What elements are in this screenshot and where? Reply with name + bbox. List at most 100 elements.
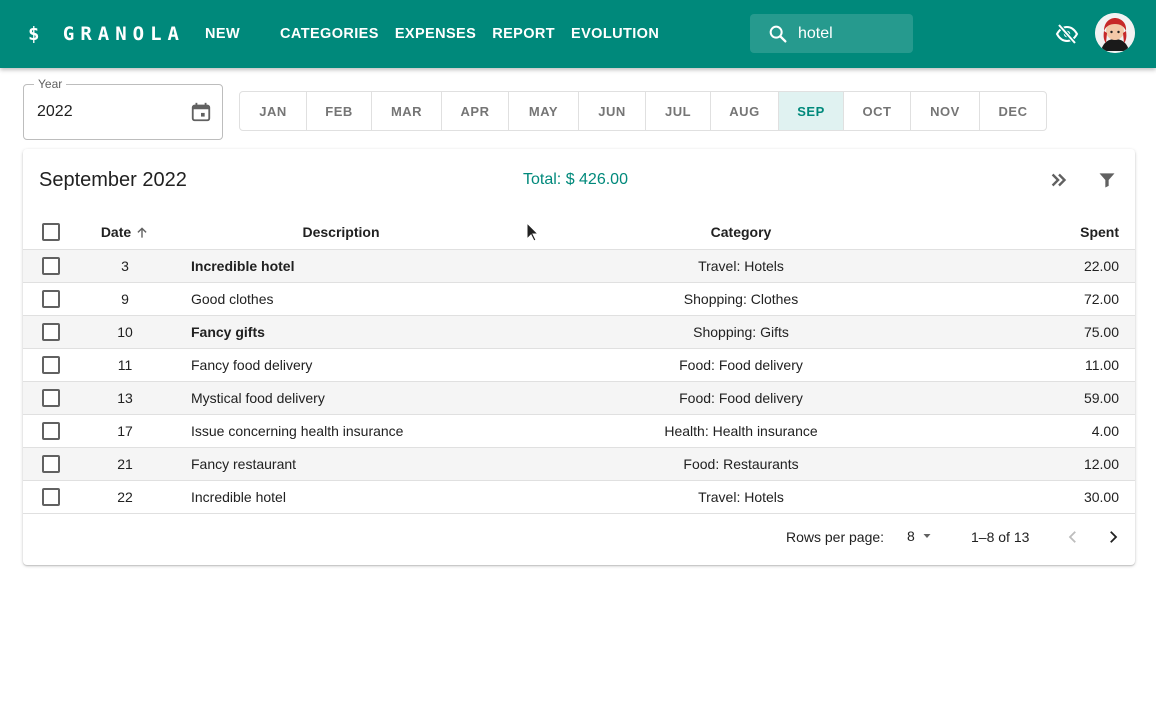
header-category[interactable]: Category: [511, 215, 971, 250]
row-checkbox[interactable]: [42, 256, 60, 275]
nav-expenses[interactable]: EXPENSES: [387, 18, 484, 50]
row-checkbox-cell: [23, 480, 79, 514]
avatar-image: [1095, 13, 1135, 53]
row-checkbox-cell: [23, 348, 79, 382]
row-category: Shopping: Gifts: [511, 315, 971, 349]
rows-per-page-select[interactable]: 8: [907, 528, 933, 544]
row-spent: 22.00: [971, 249, 1135, 283]
table-row[interactable]: 3 Incredible hotel Travel: Hotels 22.00: [23, 249, 1135, 283]
row-checkbox[interactable]: [42, 289, 60, 308]
pagination: Rows per page: 8 1–8 of 13: [23, 519, 1135, 555]
row-spent: 59.00: [971, 381, 1135, 415]
nav-categories[interactable]: CATEGORIES: [272, 18, 387, 50]
row-spent: 72.00: [971, 282, 1135, 316]
month-aug[interactable]: AUG: [711, 92, 779, 130]
table-row[interactable]: 9 Good clothes Shopping: Clothes 72.00: [23, 282, 1135, 316]
month-apr[interactable]: APR: [442, 92, 509, 130]
month-sep[interactable]: SEP: [779, 92, 844, 130]
row-spent: 12.00: [971, 447, 1135, 481]
month-jan[interactable]: JAN: [240, 92, 307, 130]
month-jun[interactable]: JUN: [579, 92, 646, 130]
nav-evolution[interactable]: EVOLUTION: [563, 18, 667, 50]
double-chevron-right-icon: [1051, 173, 1067, 187]
table-row[interactable]: 17 Issue concerning health insurance Hea…: [23, 414, 1135, 448]
nav-new[interactable]: NEW: [197, 18, 248, 50]
table-row[interactable]: 10 Fancy gifts Shopping: Gifts 75.00: [23, 315, 1135, 349]
expenses-table: Date Description Category Spent 3 Incred…: [23, 215, 1135, 514]
header-spent[interactable]: Spent: [971, 215, 1135, 250]
month-dec[interactable]: DEC: [980, 92, 1046, 130]
table-row[interactable]: 13 Mystical food delivery Food: Food del…: [23, 381, 1135, 415]
row-checkbox[interactable]: [42, 355, 60, 374]
total-amount: Total: $ 426.00: [523, 171, 628, 188]
row-date: 22: [79, 480, 171, 514]
row-checkbox[interactable]: [42, 388, 60, 407]
rows-per-page-label: Rows per page:: [786, 529, 885, 545]
select-all-checkbox[interactable]: [42, 222, 60, 241]
month-oct[interactable]: OCT: [844, 92, 911, 130]
row-checkbox-cell: [23, 381, 79, 415]
row-date: 3: [79, 249, 171, 283]
table-row[interactable]: 22 Incredible hotel Travel: Hotels 30.00: [23, 480, 1135, 514]
table-header-row: Date Description Category Spent: [23, 215, 1135, 250]
year-label: Year: [34, 77, 67, 91]
visibility-off-icon: [1055, 23, 1079, 45]
row-date: 10: [79, 315, 171, 349]
row-description: Issue concerning health insurance: [171, 414, 511, 448]
expand-button[interactable]: [1045, 166, 1073, 194]
expenses-card: September 2022 Total: $ 426.00 Date Desc…: [23, 149, 1135, 565]
row-checkbox-cell: [23, 315, 79, 349]
month-may[interactable]: MAY: [509, 92, 579, 130]
row-date: 13: [79, 381, 171, 415]
row-description: Good clothes: [171, 282, 511, 316]
calendar-icon[interactable]: [190, 101, 212, 123]
month-nov[interactable]: NOV: [911, 92, 980, 130]
filter-button[interactable]: [1093, 166, 1121, 194]
row-category: Health: Health insurance: [511, 414, 971, 448]
year-value[interactable]: 2022: [37, 103, 73, 121]
month-mar[interactable]: MAR: [372, 92, 442, 130]
row-checkbox[interactable]: [42, 421, 60, 440]
row-category: Food: Food delivery: [511, 381, 971, 415]
month-selector: JAN FEB MAR APR MAY JUN JUL AUG SEP OCT …: [239, 91, 1047, 131]
filter-icon: [1099, 173, 1115, 188]
search-box: [750, 14, 913, 53]
row-checkbox[interactable]: [42, 487, 60, 506]
table-row[interactable]: 21 Fancy restaurant Food: Restaurants 12…: [23, 447, 1135, 481]
row-checkbox-cell: [23, 282, 79, 316]
row-description: Fancy gifts: [171, 315, 511, 349]
arrow-up-icon: [137, 227, 147, 238]
row-category: Food: Restaurants: [511, 447, 971, 481]
user-avatar[interactable]: [1095, 13, 1135, 53]
row-date: 9: [79, 282, 171, 316]
select-all-cell: [23, 215, 79, 250]
row-spent: 4.00: [971, 414, 1135, 448]
row-description: Fancy food delivery: [171, 348, 511, 382]
search-input[interactable]: [798, 24, 908, 43]
row-checkbox-cell: [23, 447, 79, 481]
row-description: Incredible hotel: [171, 249, 511, 283]
main-nav: NEW CATEGORIES EXPENSES REPORT EVOLUTION: [197, 0, 667, 68]
month-feb[interactable]: FEB: [307, 92, 372, 130]
app-logo[interactable]: $ GRANOLA: [28, 0, 185, 68]
header-date[interactable]: Date: [79, 215, 171, 250]
next-page-button[interactable]: [1101, 525, 1125, 549]
row-category: Shopping: Clothes: [511, 282, 971, 316]
year-field[interactable]: Year 2022: [23, 77, 223, 140]
row-spent: 75.00: [971, 315, 1135, 349]
row-category: Travel: Hotels: [511, 480, 971, 514]
row-checkbox[interactable]: [42, 322, 60, 341]
table-row[interactable]: 11 Fancy food delivery Food: Food delive…: [23, 348, 1135, 382]
previous-page-button[interactable]: [1061, 525, 1085, 549]
row-checkbox-cell: [23, 249, 79, 283]
row-checkbox-cell: [23, 414, 79, 448]
month-jul[interactable]: JUL: [646, 92, 711, 130]
nav-report[interactable]: REPORT: [484, 18, 563, 50]
row-date: 21: [79, 447, 171, 481]
toggle-visibility-button[interactable]: [1053, 20, 1081, 48]
rows-per-page-value: 8: [907, 528, 915, 544]
app-bar: $ GRANOLA NEW CATEGORIES EXPENSES REPORT…: [0, 0, 1156, 68]
search-icon: [769, 25, 787, 43]
header-description[interactable]: Description: [171, 215, 511, 250]
row-checkbox[interactable]: [42, 454, 60, 473]
